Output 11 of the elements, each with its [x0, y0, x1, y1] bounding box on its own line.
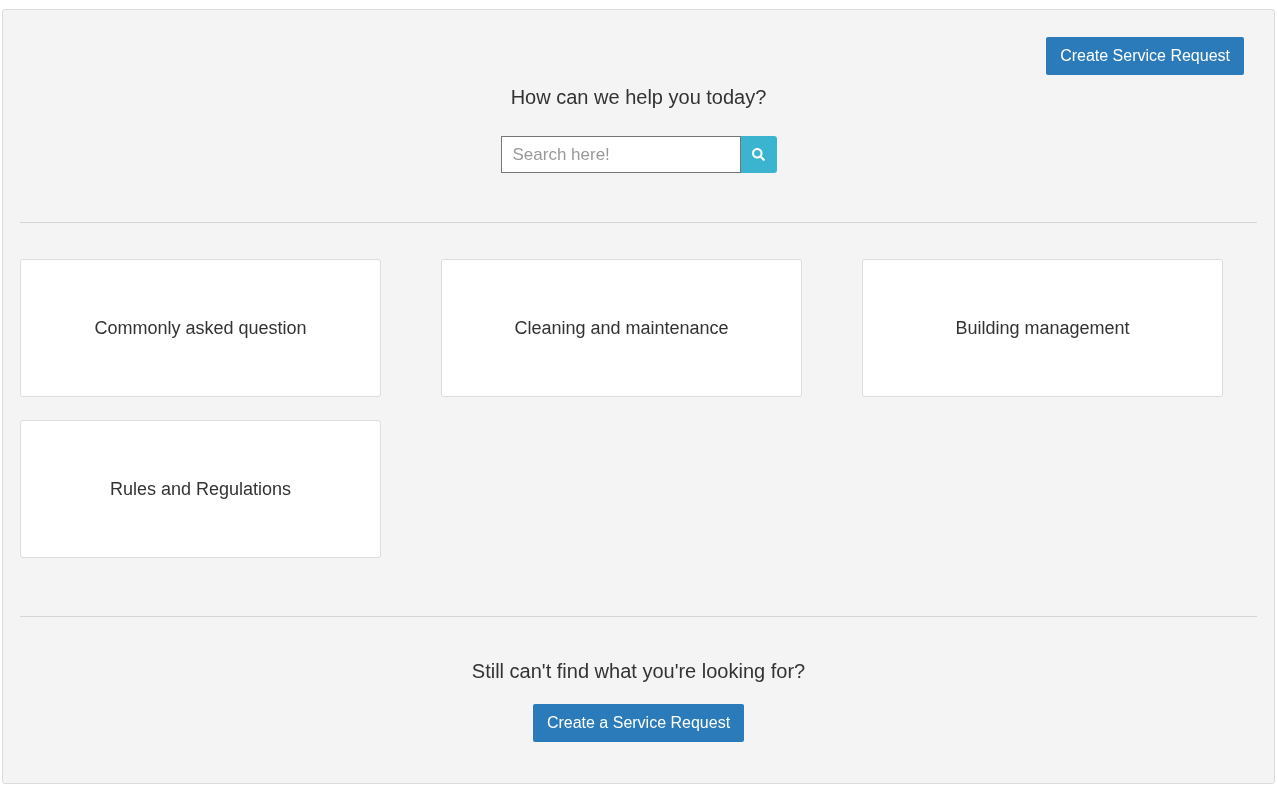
search-icon [752, 148, 765, 161]
category-card[interactable]: Building management [862, 259, 1223, 397]
create-service-request-button[interactable]: Create Service Request [1046, 37, 1244, 75]
create-service-request-button[interactable]: Create a Service Request [532, 704, 745, 742]
help-heading: How can we help you today? [510, 85, 767, 109]
help-footer-heading: Still can't find what you're looking for? [471, 659, 806, 683]
category-card[interactable]: Commonly asked question [20, 259, 381, 397]
category-card[interactable]: Cleaning and maintenance [441, 259, 802, 397]
category-card[interactable]: Rules and Regulations [20, 420, 381, 558]
search-button[interactable] [740, 136, 777, 173]
search-field[interactable]: Search here! [500, 136, 741, 173]
